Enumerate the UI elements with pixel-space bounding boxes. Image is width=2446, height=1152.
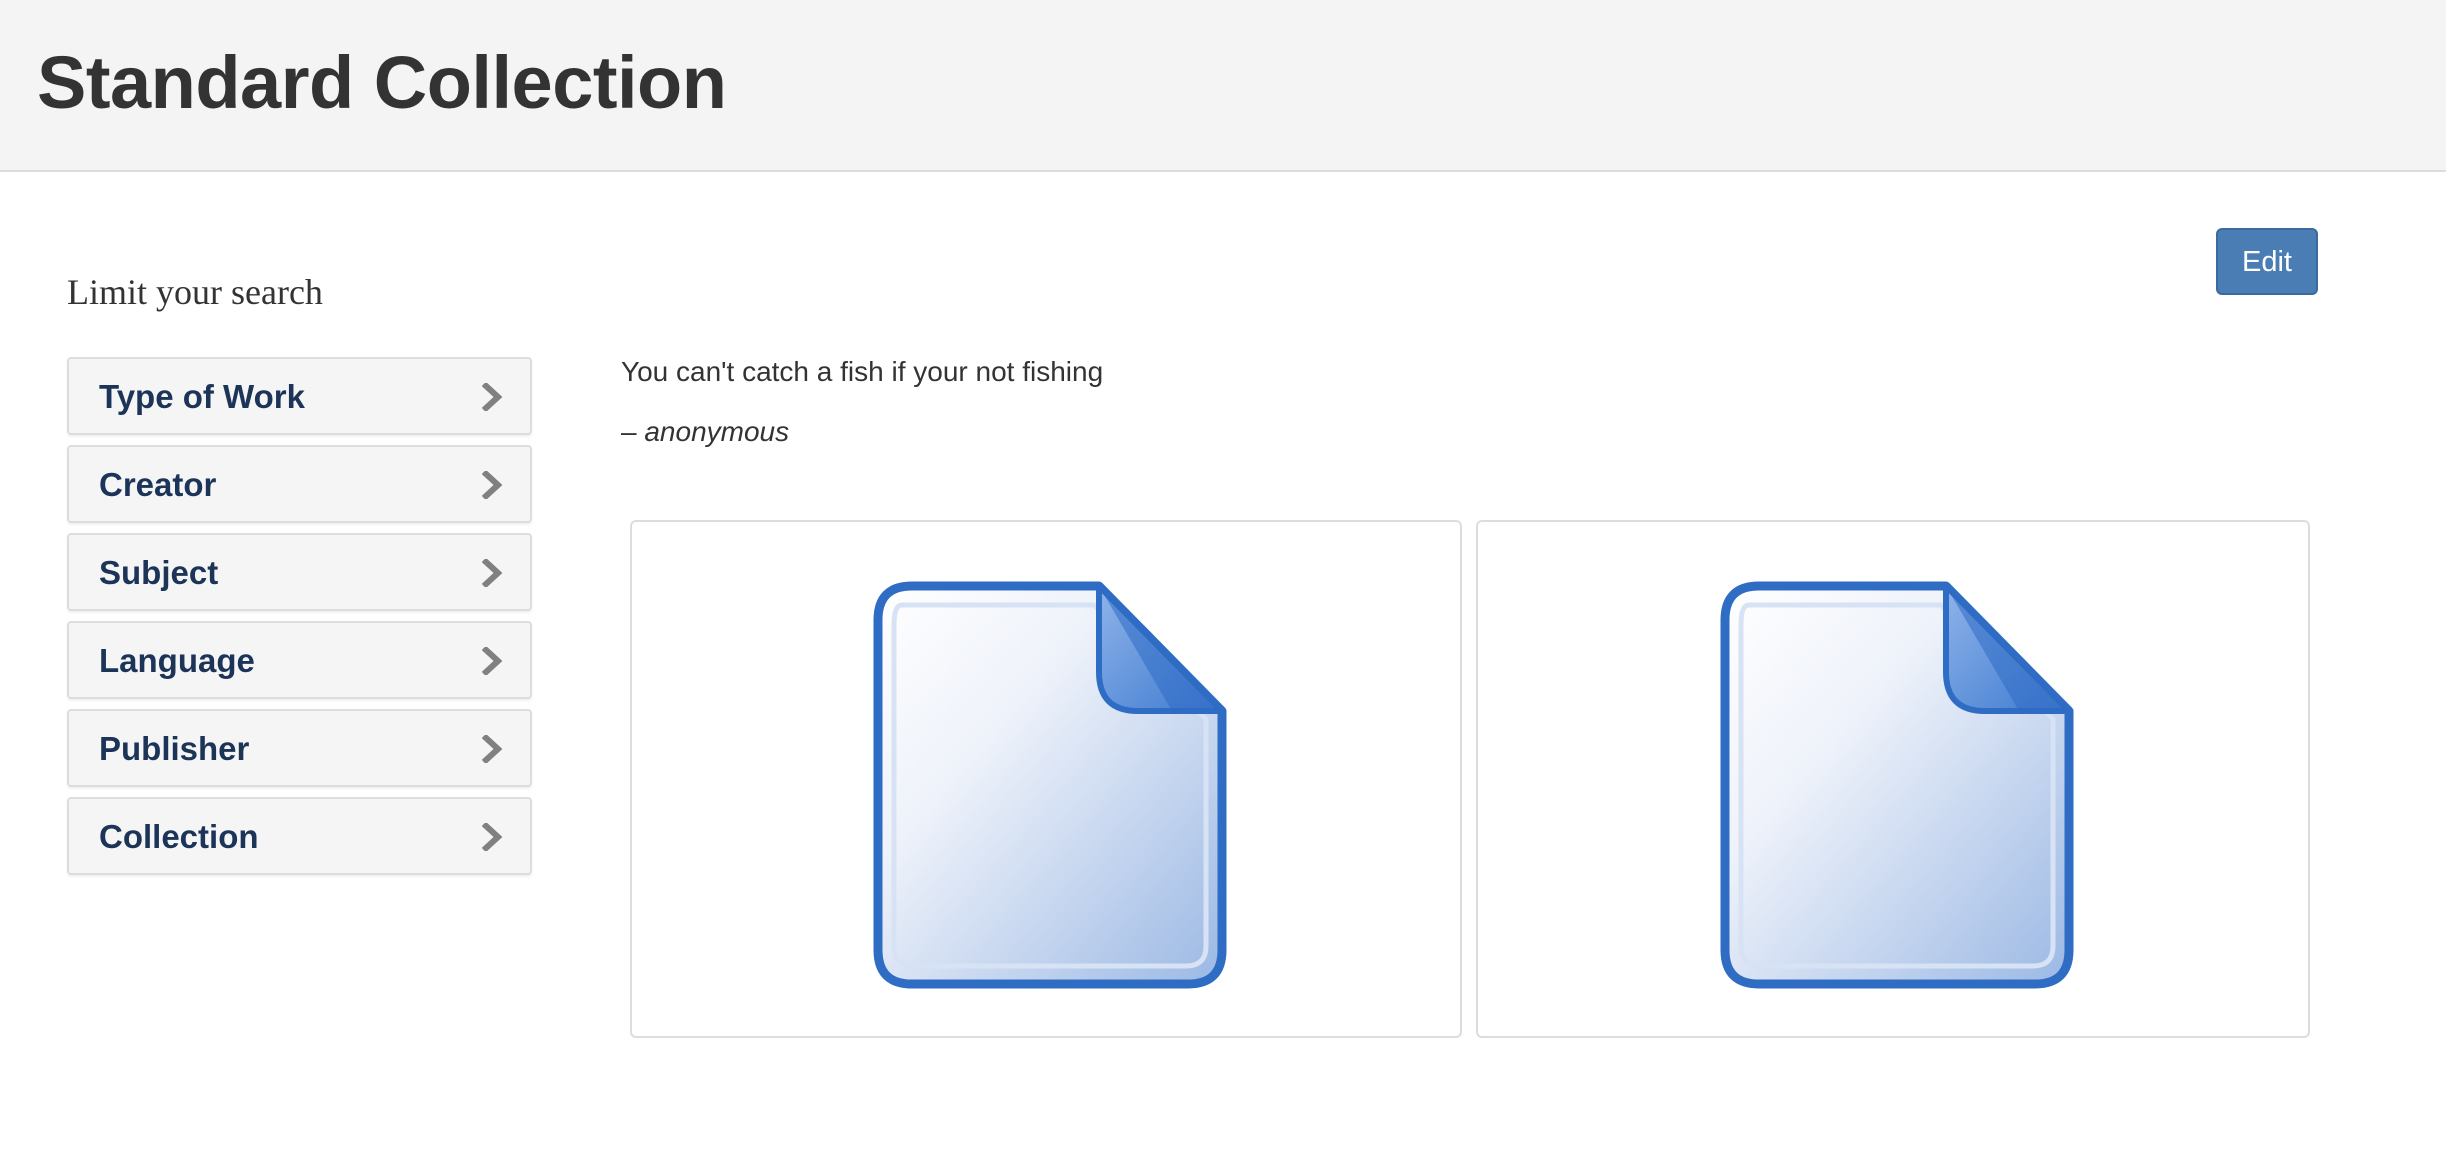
- facet-language[interactable]: Language: [67, 621, 532, 699]
- generic-file-icon: [872, 580, 1228, 990]
- facet-type-of-work[interactable]: Type of Work: [67, 357, 532, 435]
- facet-label: Publisher: [99, 730, 250, 767]
- item-card[interactable]: [1476, 520, 2310, 1038]
- quote-author: anonymous: [644, 416, 790, 447]
- quote-dash: –: [621, 416, 645, 447]
- facet-label: Creator: [99, 466, 217, 503]
- facet-label: Language: [99, 642, 255, 679]
- edit-button[interactable]: Edit: [2216, 228, 2318, 295]
- quote-text: You can't catch a fish if your not fishi…: [621, 356, 1104, 387]
- chevron-right-icon: [482, 647, 503, 675]
- facet-label: Collection: [99, 818, 259, 855]
- item-card[interactable]: [630, 520, 1462, 1038]
- chevron-right-icon: [482, 559, 503, 587]
- chevron-right-icon: [482, 383, 503, 411]
- facet-creator[interactable]: Creator: [67, 445, 532, 523]
- page-title: Standard Collection: [37, 41, 727, 124]
- chevron-right-icon: [482, 471, 503, 499]
- facet-publisher[interactable]: Publisher: [67, 709, 532, 787]
- facet-label: Subject: [99, 554, 219, 591]
- facet-collection[interactable]: Collection: [67, 797, 532, 875]
- facet-subject[interactable]: Subject: [67, 533, 532, 611]
- generic-file-icon: [1719, 580, 2075, 990]
- quote-attribution: – anonymous: [621, 412, 789, 452]
- page-header: Standard Collection: [0, 0, 2446, 172]
- chevron-right-icon: [482, 735, 503, 763]
- chevron-right-icon: [482, 823, 503, 851]
- sidebar-heading: Limit your search: [67, 272, 323, 312]
- facet-label: Type of Work: [99, 378, 305, 415]
- facet-list: Type of Work Creator Subject Language Pu…: [67, 357, 532, 885]
